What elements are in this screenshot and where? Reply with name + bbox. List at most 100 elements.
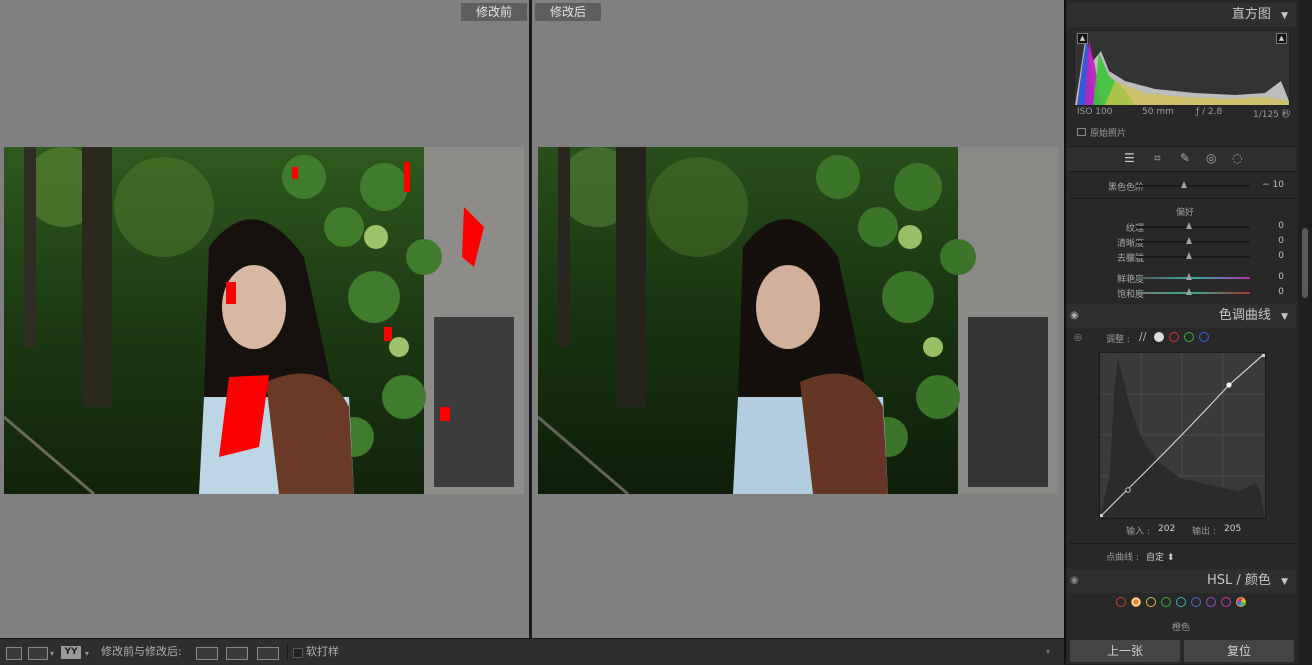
saturation-knob[interactable] bbox=[1186, 288, 1192, 295]
toolbar-divider bbox=[287, 643, 288, 661]
parametric-curve-icon[interactable]: ∕∕ bbox=[1139, 330, 1146, 343]
dehaze-knob[interactable] bbox=[1186, 252, 1192, 259]
blacks-value[interactable]: − 10 bbox=[1262, 180, 1284, 190]
saturation-value[interactable]: 0 bbox=[1278, 287, 1284, 297]
hsl-orange-swatch-icon[interactable] bbox=[1131, 597, 1141, 607]
green-channel-icon[interactable] bbox=[1184, 332, 1194, 342]
target-adjust-icon[interactable]: ◎ bbox=[1074, 333, 1082, 343]
before-after-view-button[interactable]: YY bbox=[61, 646, 81, 659]
red-channel-icon[interactable] bbox=[1169, 332, 1179, 342]
softproof-label: 软打样 bbox=[306, 645, 339, 658]
vibrance-track[interactable] bbox=[1136, 277, 1250, 279]
masking-icon[interactable]: ◌ bbox=[1232, 151, 1242, 165]
toolbar-menu-icon[interactable]: ▾ bbox=[1046, 647, 1050, 656]
hsl-green-swatch-icon[interactable] bbox=[1161, 597, 1171, 607]
tone-curve-header[interactable]: ◉ 色调曲线 ▼ bbox=[1068, 304, 1296, 328]
swap-before-after-icon[interactable] bbox=[257, 647, 279, 660]
clarity-track[interactable] bbox=[1136, 241, 1250, 243]
before-photo[interactable] bbox=[4, 147, 524, 494]
histogram-aperture: ƒ / 2.8 bbox=[1196, 107, 1223, 117]
tool-strip: ☰ ⌗ ✎ ◎ ◌ bbox=[1068, 146, 1296, 172]
presence-title: 偏好 bbox=[1176, 208, 1195, 218]
highlight-clipping-icon[interactable]: ▲ bbox=[1276, 33, 1287, 44]
copy-after-to-before-icon[interactable] bbox=[226, 647, 248, 660]
histogram-shutter: 1/125 秒 bbox=[1253, 110, 1291, 120]
vibrance-slider[interactable]: 鲜艳度 0 bbox=[1066, 270, 1296, 285]
crop-icon[interactable]: ⌗ bbox=[1154, 151, 1161, 166]
after-photo[interactable] bbox=[538, 147, 1058, 494]
hsl-all-swatch-icon[interactable] bbox=[1236, 597, 1246, 607]
xy-compare-icon[interactable] bbox=[28, 647, 48, 660]
blacks-track[interactable] bbox=[1136, 185, 1250, 187]
point-curve-dropdown[interactable]: 自定 ⬍ bbox=[1146, 550, 1174, 563]
dehaze-value[interactable]: 0 bbox=[1278, 251, 1284, 261]
original-photo-checkbox[interactable] bbox=[1077, 128, 1086, 136]
collapse-triangle-icon: ▼ bbox=[1281, 312, 1288, 322]
healing-icon[interactable]: ✎ bbox=[1180, 151, 1190, 165]
clarity-slider[interactable]: 清晰度 0 bbox=[1066, 234, 1296, 249]
after-label: 修改后 bbox=[535, 3, 601, 21]
vibrance-knob[interactable] bbox=[1186, 273, 1192, 280]
visibility-eye-icon[interactable]: ◉ bbox=[1070, 304, 1079, 328]
saturation-slider[interactable]: 饱和度 0 bbox=[1066, 285, 1296, 300]
curve-output-value: 205 bbox=[1224, 524, 1242, 534]
point-curve-label: 点曲线 : bbox=[1106, 553, 1139, 563]
histogram-iso: ISO 100 bbox=[1077, 107, 1113, 117]
clarity-knob[interactable] bbox=[1186, 237, 1192, 244]
right-panel: 直方图 ▼ ▲ ▲ ISO 100 50 mm ƒ / 2.8 1/125 秒 … bbox=[1064, 0, 1312, 664]
hsl-blue-swatch-icon[interactable] bbox=[1191, 597, 1201, 607]
hsl-subtab-label: 橙色 bbox=[1172, 623, 1191, 633]
texture-track[interactable] bbox=[1136, 226, 1250, 228]
rgb-channel-icon[interactable] bbox=[1154, 332, 1164, 342]
section-divider bbox=[1068, 543, 1296, 544]
compare-divider[interactable] bbox=[529, 0, 532, 638]
previous-button[interactable]: 上一张 bbox=[1070, 640, 1180, 662]
histogram-focal-length: 50 mm bbox=[1142, 107, 1174, 117]
collapse-triangle-icon: ▼ bbox=[1281, 11, 1288, 21]
hsl-title: HSL / 颜色 bbox=[1207, 573, 1271, 588]
dehaze-slider[interactable]: 去朦胧 0 bbox=[1066, 249, 1296, 264]
histogram-header[interactable]: 直方图 ▼ bbox=[1068, 3, 1296, 27]
histogram-title: 直方图 bbox=[1231, 7, 1271, 22]
hsl-red-swatch-icon[interactable] bbox=[1116, 597, 1126, 607]
scrollbar-thumb[interactable] bbox=[1302, 228, 1308, 298]
sliders-icon[interactable]: ☰ bbox=[1124, 151, 1135, 165]
softproof-checkbox[interactable] bbox=[293, 648, 303, 658]
hsl-magenta-swatch-icon[interactable] bbox=[1221, 597, 1231, 607]
reset-button[interactable]: 复位 bbox=[1184, 640, 1294, 662]
tone-curve-graph[interactable] bbox=[1099, 352, 1266, 519]
copy-before-to-after-icon[interactable] bbox=[196, 647, 218, 660]
visibility-eye-icon[interactable]: ◉ bbox=[1070, 569, 1079, 593]
hsl-purple-swatch-icon[interactable] bbox=[1206, 597, 1216, 607]
blacks-slider[interactable]: 黑色色阶 − 10 bbox=[1066, 178, 1296, 193]
dehaze-track[interactable] bbox=[1136, 256, 1250, 258]
saturation-track[interactable] bbox=[1136, 292, 1250, 294]
loupe-view-icon[interactable] bbox=[6, 647, 22, 660]
hsl-yellow-swatch-icon[interactable] bbox=[1146, 597, 1156, 607]
shadow-clipping-icon[interactable]: ▲ bbox=[1077, 33, 1088, 44]
texture-slider[interactable]: 纹理 0 bbox=[1066, 219, 1296, 234]
hsl-aqua-swatch-icon[interactable] bbox=[1176, 597, 1186, 607]
curve-output-label: 输出 : bbox=[1192, 527, 1216, 537]
collapse-triangle-icon: ▼ bbox=[1281, 577, 1288, 587]
tone-curve-title: 色调曲线 bbox=[1218, 308, 1271, 323]
texture-value[interactable]: 0 bbox=[1278, 221, 1284, 231]
compare-label: 修改前与修改后: bbox=[101, 645, 182, 658]
before-label: 修改前 bbox=[461, 3, 527, 21]
blue-channel-icon[interactable] bbox=[1199, 332, 1209, 342]
hsl-header[interactable]: ◉ HSL / 颜色 ▼ bbox=[1068, 569, 1296, 593]
panel-scrollbar[interactable] bbox=[1298, 0, 1312, 664]
chevron-down-icon[interactable]: ▾ bbox=[85, 649, 89, 658]
texture-knob[interactable] bbox=[1186, 222, 1192, 229]
chevron-down-icon[interactable]: ▾ bbox=[50, 649, 54, 658]
curve-input-value: 202 bbox=[1158, 524, 1176, 534]
section-divider bbox=[1068, 198, 1296, 199]
clarity-value[interactable]: 0 bbox=[1278, 236, 1284, 246]
histogram[interactable]: ▲ ▲ bbox=[1074, 30, 1290, 106]
blacks-knob[interactable] bbox=[1181, 181, 1187, 188]
red-eye-icon[interactable]: ◎ bbox=[1206, 151, 1216, 165]
adjust-label: 调整 : bbox=[1106, 335, 1130, 345]
bottom-toolbar: ▾ YY ▾ 修改前与修改后: 软打样 ▾ bbox=[0, 638, 1064, 665]
original-photo-label: 原始照片 bbox=[1090, 129, 1127, 139]
vibrance-value[interactable]: 0 bbox=[1278, 272, 1284, 282]
